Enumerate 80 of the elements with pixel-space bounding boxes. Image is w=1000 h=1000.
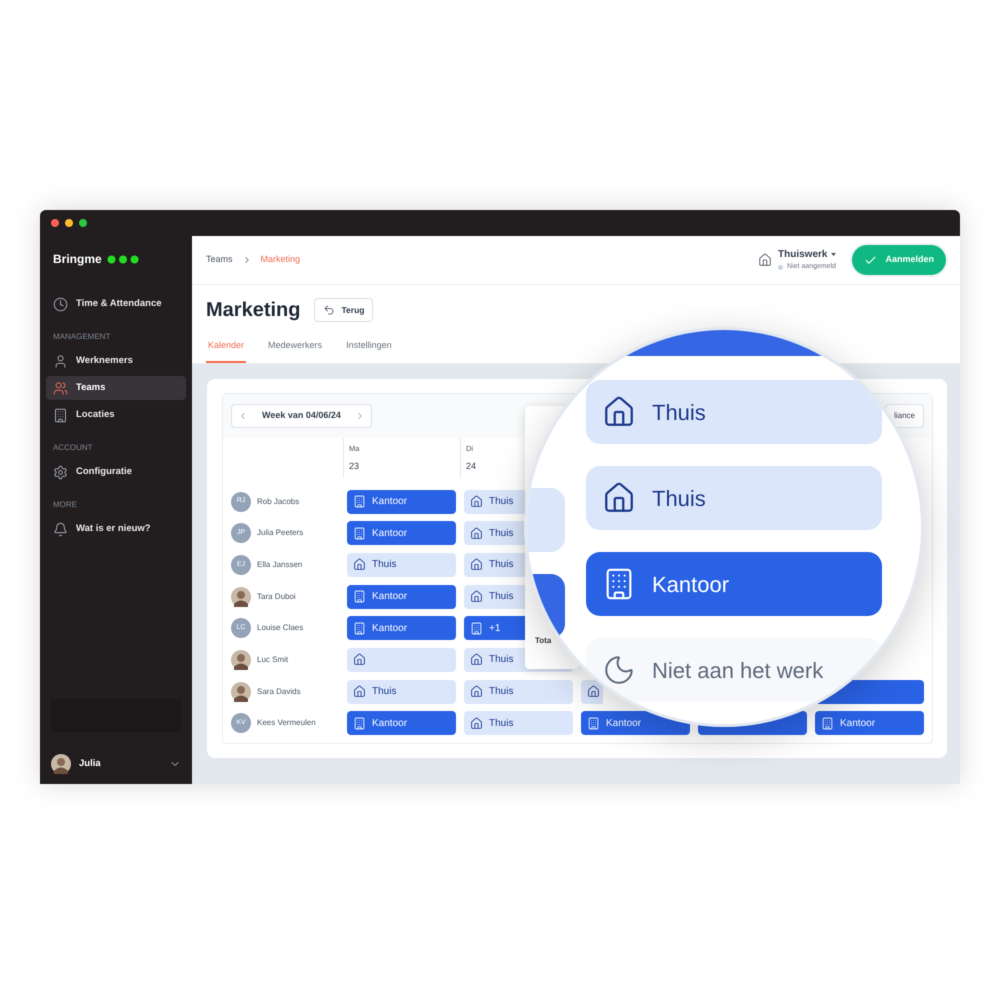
clock-icon	[53, 296, 68, 312]
employee-name: Tara Duboi	[257, 590, 296, 603]
home-pill[interactable]: Thuis	[464, 680, 573, 704]
section-heading: MANAGEMENT	[52, 331, 112, 343]
home-icon	[470, 495, 483, 508]
office-pill[interactable]: Kantoor	[347, 584, 456, 609]
undo-icon	[323, 304, 336, 316]
building-icon	[53, 408, 68, 422]
avatar-icon	[231, 586, 251, 607]
user-icon	[53, 354, 68, 368]
day-date: 24	[466, 460, 478, 473]
building-icon	[353, 622, 366, 635]
office-pill[interactable]: Kantoor	[815, 711, 924, 736]
avatar-icon	[231, 650, 251, 670]
logo: Bringme	[53, 251, 102, 268]
home-icon	[470, 526, 483, 540]
home-icon	[602, 481, 636, 515]
magnified-cell	[527, 488, 565, 552]
sidebar-item[interactable]: Configuratie	[46, 460, 186, 484]
sidebar-item[interactable]: Werknemers	[46, 349, 186, 373]
office-pill[interactable]: Kantoor	[347, 490, 456, 514]
building-icon	[353, 590, 366, 604]
avatar-icon	[231, 682, 251, 702]
building-icon	[353, 495, 366, 508]
home-pill[interactable]: Thuis	[586, 380, 882, 444]
employee-name: Sara Davids	[257, 686, 301, 698]
home-icon	[470, 558, 483, 572]
employee-name: Julia Peeters	[257, 527, 304, 540]
settings-icon	[53, 464, 68, 480]
back-button[interactable]: Terug	[314, 298, 374, 322]
tab[interactable]: Medewerkers	[266, 335, 324, 362]
office-pill[interactable]: Kantoor	[347, 711, 456, 736]
office-pill[interactable]: Kantoor	[347, 521, 456, 546]
home-pill[interactable]: Thuis	[347, 552, 456, 577]
employee-name: Kees Vermeulen	[257, 717, 316, 730]
logo-dots-icon	[106, 254, 139, 264]
building-icon	[587, 716, 600, 730]
status-option[interactable]: Niet aan het werk	[586, 638, 882, 702]
home-icon	[470, 685, 483, 698]
building-icon	[821, 716, 834, 730]
building-icon	[470, 622, 483, 635]
section-heading: MORE	[52, 499, 78, 511]
page-title: Marketing	[206, 298, 300, 323]
home-pill[interactable]: Thuis	[586, 466, 882, 530]
employee-name: Ella Janssen	[257, 558, 302, 571]
home-icon	[587, 685, 600, 698]
sidebar-item[interactable]: Time & Attendance	[46, 292, 186, 316]
day-date: 23	[349, 460, 360, 473]
building-icon	[353, 716, 366, 730]
home-icon	[353, 653, 366, 666]
home-pill[interactable]: Thuis	[347, 680, 456, 704]
home-icon	[758, 253, 772, 267]
home-icon	[470, 590, 483, 604]
office-pill[interactable]: Kantoor	[347, 616, 456, 640]
home-pill[interactable]: Thuis	[464, 711, 573, 736]
home-icon	[470, 653, 483, 666]
sidebar-item[interactable]: Locaties	[46, 403, 186, 427]
home-pill[interactable]	[581, 680, 603, 704]
avatar-icon	[51, 754, 71, 774]
check-icon	[864, 254, 878, 266]
breadcrumb-current: Marketing	[260, 253, 300, 266]
sidebar-item[interactable]: Teams	[46, 376, 186, 400]
employee-name: Louise Claes	[257, 622, 304, 634]
home-icon	[470, 716, 483, 730]
caret-icon[interactable]	[831, 253, 836, 256]
employee-name: Rob Jacobs	[257, 496, 300, 508]
home-icon	[353, 685, 366, 698]
employee-name: Luc Smit	[257, 654, 288, 666]
breadcrumb-link[interactable]: Teams	[206, 253, 233, 267]
tab[interactable]: Instellingen	[344, 335, 394, 362]
home-icon	[602, 395, 636, 429]
home-icon	[353, 558, 366, 572]
sidebar-item[interactable]: Wat is er nieuw?	[46, 517, 186, 541]
users-icon	[53, 380, 68, 396]
bell-icon	[53, 522, 68, 536]
user-name: Julia	[79, 756, 101, 771]
section-heading: ACCOUNT	[52, 442, 94, 454]
office-pill[interactable]: Kantoor	[586, 552, 882, 616]
building-icon	[353, 526, 366, 540]
location-selector[interactable]: Thuiswerk	[778, 247, 828, 262]
